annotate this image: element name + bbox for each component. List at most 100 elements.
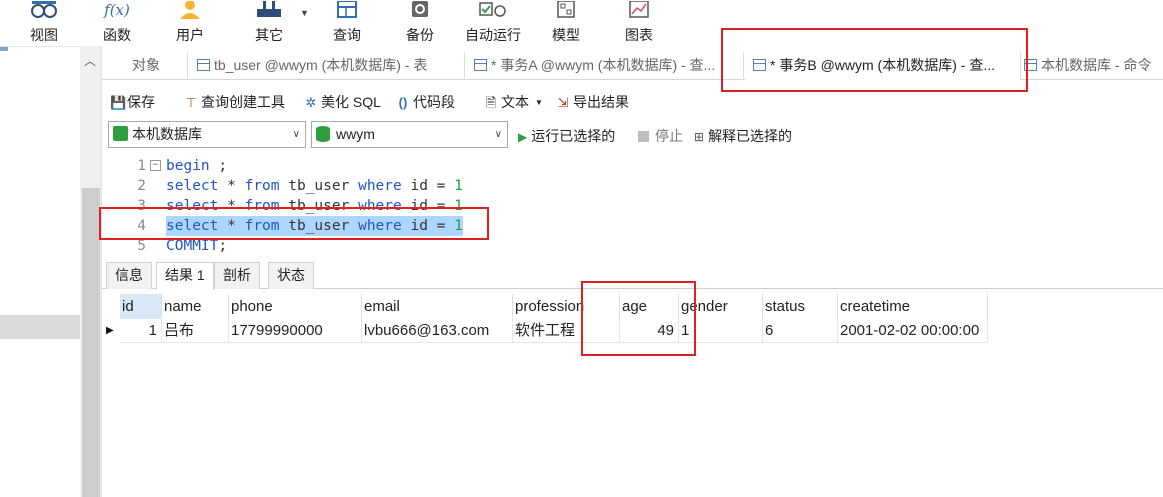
export-icon: ⇲ — [557, 95, 569, 110]
ribbon-function-button[interactable]: f(x) 函数 — [92, 0, 142, 46]
table-cell[interactable]: 吕布 — [162, 319, 229, 343]
tab-status-label: 状态 — [277, 267, 305, 283]
result-tabbar: 信息 结果 1 剖析 状态 — [102, 262, 1163, 290]
code-token: select — [166, 178, 219, 194]
ribbon-query-button[interactable]: 查询 — [323, 0, 371, 46]
explain-icon: ⊞ — [694, 130, 705, 144]
table-cell[interactable]: 2001-02-02 00:00:00 — [838, 319, 988, 343]
chevron-down-icon[interactable]: ∨ — [495, 122, 502, 147]
code-snippet-button[interactable]: () 代码段 — [396, 92, 455, 112]
column-header-name[interactable]: name — [162, 294, 229, 319]
column-header-email[interactable]: email — [362, 294, 513, 319]
fold-toggle-icon[interactable]: − — [150, 160, 161, 171]
beautify-sql-button[interactable]: ✲ 美化 SQL — [304, 92, 381, 112]
tab-transaction-b[interactable]: * 事务B @wwym (本机数据库) - 查... — [745, 52, 1021, 80]
magic-wand-icon: ✲ — [305, 95, 317, 110]
code-token: where — [358, 178, 402, 194]
table-cell[interactable]: 49 — [620, 319, 679, 343]
column-header-profession[interactable]: profession — [513, 294, 620, 319]
stop-label: 停止 — [655, 128, 683, 144]
chart-icon — [615, 0, 663, 20]
tab-objects[interactable]: 对象 — [102, 52, 188, 80]
auto-run-icon — [459, 0, 527, 20]
scroll-up-icon[interactable]: ︿ — [84, 52, 96, 69]
chevron-down-icon[interactable]: ∨ — [293, 122, 300, 147]
export-label: 导出结果 — [573, 94, 629, 110]
table-icon — [197, 59, 210, 71]
table-cell[interactable]: lvbu666@163.com — [362, 319, 513, 343]
tab-info[interactable]: 信息 — [106, 262, 152, 289]
ribbon-model-button[interactable]: 模型 — [542, 0, 590, 46]
column-header-status[interactable]: status — [763, 294, 838, 319]
tab-tb-user-table[interactable]: tb_user @wwym (本机数据库) - 表 — [189, 52, 465, 80]
stop-button[interactable]: 停止 — [638, 126, 683, 146]
editor-line[interactable]: 1− begin ; — [102, 156, 1163, 176]
ribbon-user-button[interactable]: 用户 — [166, 0, 214, 46]
column-header-id[interactable]: id — [120, 294, 162, 319]
query-builder-button[interactable]: ⊤ 查询创建工具 — [184, 92, 285, 112]
editor-line[interactable]: 4 select * from tb_user where id = 1 — [102, 216, 1163, 236]
ribbon-chart-button[interactable]: 图表 — [615, 0, 663, 46]
code-token: * — [218, 178, 245, 194]
code-token: select — [166, 218, 219, 234]
run-selected-button[interactable]: ▶ 运行已选择的 — [518, 126, 615, 146]
tab-profile[interactable]: 剖析 — [214, 262, 260, 289]
ribbon-other-dropdown-icon[interactable]: ▼ — [300, 8, 309, 18]
column-header-phone[interactable]: phone — [229, 294, 362, 319]
snippet-label: 代码段 — [413, 94, 455, 110]
ribbon-other-label: 其它 — [255, 27, 283, 43]
sidebar-selected-item[interactable] — [0, 315, 80, 339]
current-row-indicator-icon: ▶ — [106, 325, 114, 336]
command-icon — [1024, 59, 1037, 71]
column-header-createtime[interactable]: createtime — [838, 294, 988, 319]
sidebar-accent — [0, 47, 8, 51]
editor-line[interactable]: 2 select * from tb_user where id = 1 — [102, 176, 1163, 196]
view-icon — [20, 0, 68, 20]
line-number: 2 — [137, 178, 146, 194]
database-icon — [316, 126, 330, 142]
explain-selected-button[interactable]: ⊞ 解释已选择的 — [694, 126, 792, 146]
document-icon: 🗎 — [485, 95, 497, 110]
tab-result-1[interactable]: 结果 1 — [156, 262, 214, 290]
ribbon-other-button[interactable]: 其它 — [245, 0, 293, 46]
ribbon-auto-run-button[interactable]: 自动运行 — [459, 0, 527, 46]
code-token: tb_user — [279, 218, 359, 234]
column-header-gender[interactable]: gender — [679, 294, 763, 319]
text-mode-button[interactable]: 🗎 文本 ▼ — [484, 92, 543, 116]
code-token: * — [218, 218, 245, 234]
tab-command[interactable]: 本机数据库 - 命令 — [1022, 52, 1163, 80]
table-cell[interactable]: 17799990000 — [229, 319, 362, 343]
stop-icon — [638, 131, 649, 142]
ribbon-user-label: 用户 — [176, 27, 204, 43]
line-number: 4 — [137, 218, 146, 234]
table-cell[interactable]: 6 — [763, 319, 838, 343]
tab-transaction-a[interactable]: * 事务A @wwym (本机数据库) - 查... — [466, 52, 744, 80]
tab-profile-label: 剖析 — [223, 267, 251, 283]
sidebar-scrollbar[interactable]: ︿ — [80, 46, 102, 497]
tab-status[interactable]: 状态 — [268, 262, 314, 289]
scrollbar-thumb[interactable] — [82, 188, 100, 497]
save-label: 保存 — [127, 94, 155, 110]
ribbon-view-button[interactable]: 视图 — [20, 0, 68, 46]
table-cell[interactable]: 1 — [679, 319, 763, 343]
table-cell[interactable]: 1 — [120, 319, 162, 343]
ribbon-backup-button[interactable]: 备份 — [396, 0, 444, 46]
tab-result-label: 结果 1 — [165, 267, 205, 283]
table-cell[interactable]: 软件工程 — [513, 319, 620, 343]
connection-select[interactable]: 本机数据库 ∨ — [108, 121, 306, 148]
play-icon: ▶ — [518, 130, 528, 144]
function-icon: f(x) — [104, 1, 130, 19]
run-selected-label: 运行已选择的 — [531, 128, 616, 144]
ribbon-query-label: 查询 — [333, 27, 361, 43]
tab-label: tb_user @wwym (本机数据库) - 表 — [214, 57, 428, 73]
editor-line[interactable]: 3 select * from tb_user where id = 1 — [102, 196, 1163, 216]
editor-line[interactable]: 5 COMMIT; — [102, 236, 1163, 256]
save-button[interactable]: 💾保存 — [110, 92, 155, 112]
chevron-down-icon[interactable]: ▼ — [535, 98, 543, 107]
column-header-age[interactable]: age — [620, 294, 679, 319]
export-results-button[interactable]: ⇲ 导出结果 — [556, 92, 629, 112]
connection-row: 本机数据库 ∨ wwym ∨ ▶ 运行已选择的 停止 ⊞ 解释已选择的 — [108, 121, 1108, 149]
ribbon-view-label: 视图 — [30, 27, 58, 43]
sql-editor[interactable]: 1− begin ; 2 select * from tb_user where id… — [102, 156, 1163, 256]
database-select[interactable]: wwym ∨ — [311, 121, 508, 148]
